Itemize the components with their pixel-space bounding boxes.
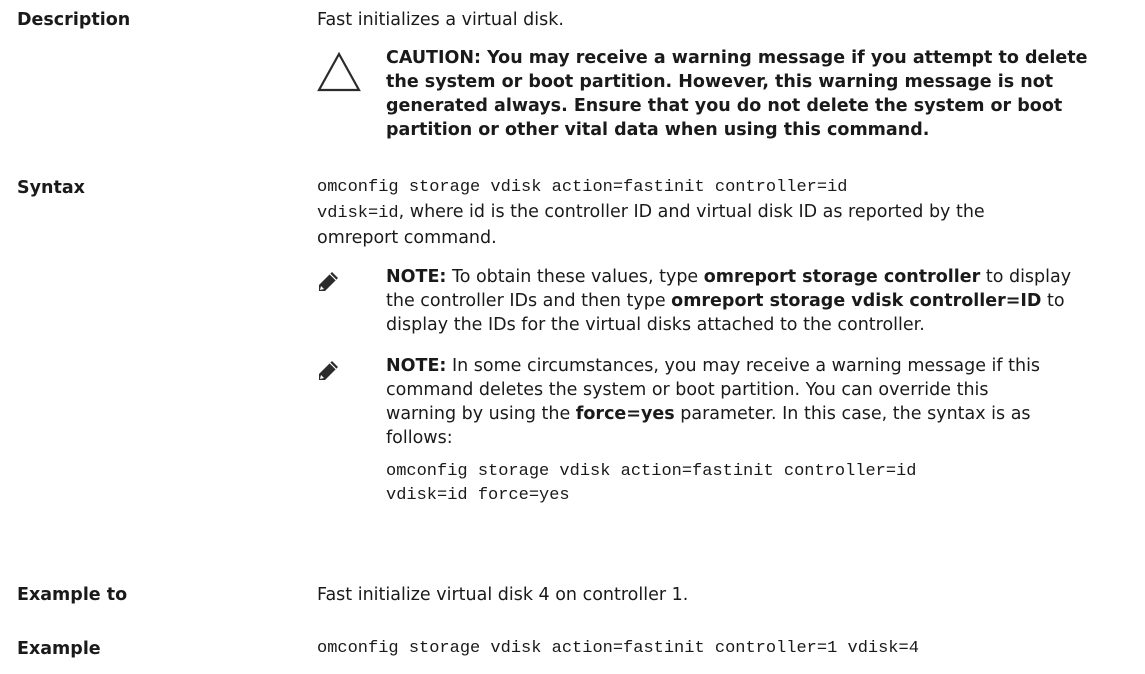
note-pencil-icon	[319, 361, 338, 380]
note-1-text: NOTE: To obtain these values, type omrep…	[386, 265, 1145, 337]
note-1-line: NOTE: To obtain these values, type omrep…	[386, 265, 1145, 289]
example-to-content: Fast initialize virtual disk 4 on contro…	[317, 583, 1129, 607]
note-2-line: warning by using the force=yes parameter…	[386, 402, 1145, 426]
caution-line: CAUTION: You may receive a warning messa…	[386, 48, 1088, 68]
note-command: omreport storage vdisk controller=ID	[671, 291, 1042, 311]
syntax-command: omconfig storage vdisk action=fastinit c…	[317, 178, 848, 197]
syntax-vdisk-code: vdisk=id	[317, 204, 399, 223]
syntax-content: omconfig storage vdisk action=fastinit c…	[317, 176, 1129, 505]
document-page: Description Fast initializes a virtual d…	[0, 0, 1145, 674]
note-text-span: In some circumstances, you may receive a…	[446, 356, 1041, 376]
description-content: Fast initializes a virtual disk. CAUTION…	[317, 8, 1129, 146]
note-2-text: NOTE: In some circumstances, you may rec…	[386, 354, 1145, 508]
note-parameter: force=yes	[575, 404, 675, 424]
caution-box: CAUTION: You may receive a warning messa…	[317, 46, 1129, 146]
note-2: NOTE: In some circumstances, you may rec…	[317, 354, 1145, 505]
note-1-line: display the IDs for the virtual disks at…	[386, 315, 925, 335]
note-text-span: parameter. In this case, the syntax is a…	[674, 404, 1031, 424]
example-to-text: Fast initialize virtual disk 4 on contro…	[317, 585, 689, 605]
note-prefix: NOTE:	[386, 356, 447, 376]
example-label: Example	[17, 639, 101, 659]
syntax-command-line2: vdisk=id, where id is the controller ID …	[317, 200, 1129, 226]
note-2-line: follows:	[386, 428, 453, 448]
note-pencil-icon	[319, 272, 338, 291]
note-text-span: to	[1041, 291, 1065, 311]
note-2-code: omconfig storage vdisk action=fastinit c…	[386, 462, 917, 481]
example-code: omconfig storage vdisk action=fastinit c…	[317, 639, 919, 658]
note-text-span: warning by using the	[386, 404, 576, 424]
syntax-command-line3: omreport command.	[317, 228, 497, 248]
example-to-label: Example to	[17, 585, 128, 605]
note-command: omreport storage controller	[703, 267, 981, 287]
caution-line: the system or boot partition. However, t…	[386, 72, 1054, 92]
example-content: omconfig storage vdisk action=fastinit c…	[317, 637, 1129, 661]
note-1-line: the controller IDs and then type omrepor…	[386, 289, 1145, 313]
note-text-span: to display	[980, 267, 1072, 287]
caution-line: generated always. Ensure that you do not…	[386, 96, 1063, 116]
syntax-description: , where id is the controller ID and virt…	[398, 202, 985, 222]
description-label: Description	[17, 10, 131, 30]
note-prefix: NOTE:	[386, 267, 447, 287]
description-text: Fast initializes a virtual disk.	[317, 10, 564, 30]
note-1: NOTE: To obtain these values, type omrep…	[317, 265, 1145, 337]
note-2-code: vdisk=id force=yes	[386, 486, 570, 505]
note-text-span: To obtain these values, type	[446, 267, 704, 287]
caution-text: CAUTION: You may receive a warning messa…	[386, 46, 1145, 142]
caution-line: partition or other vital data when using…	[386, 120, 930, 140]
syntax-label: Syntax	[17, 178, 85, 198]
caution-triangle-icon	[317, 52, 361, 92]
note-2-line: command deletes the system or boot parti…	[386, 380, 989, 400]
note-text-span: the controller IDs and then type	[386, 291, 672, 311]
note-2-line: NOTE: In some circumstances, you may rec…	[386, 354, 1145, 378]
